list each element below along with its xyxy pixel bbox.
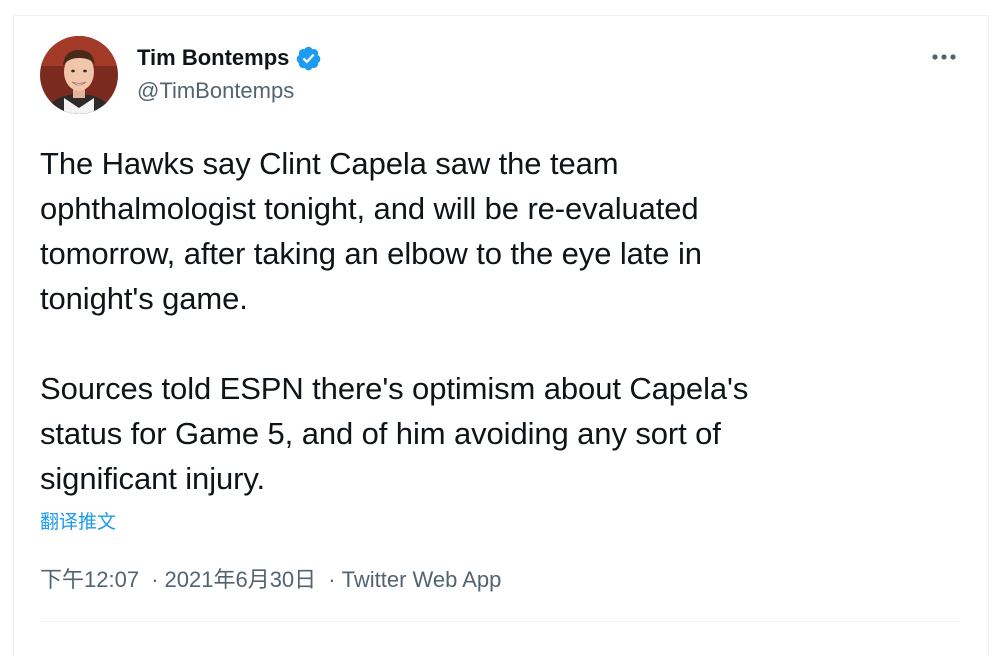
more-options-button[interactable] [925, 43, 963, 71]
tweet-date[interactable]: 2021年6月30日 [165, 567, 317, 592]
author-handle[interactable]: @TimBontemps [137, 77, 294, 105]
tweet-text: The Hawks say Clint Capela saw the team … [40, 141, 940, 501]
tweet-source[interactable]: Twitter Web App [342, 567, 502, 592]
author-display-name[interactable]: Tim Bontemps [137, 44, 289, 72]
tweet-paragraph: The Hawks say Clint Capela saw the team … [40, 146, 702, 316]
verified-badge-icon [295, 45, 322, 72]
meta-separator: · [328, 567, 336, 592]
tweet-paragraph: Sources told ESPN there's optimism about… [40, 371, 749, 496]
meta-separator: · [151, 567, 159, 592]
author-name-row[interactable]: Tim Bontemps [137, 44, 322, 72]
avatar[interactable] [40, 36, 118, 114]
tweet-meta: 下午12:07 · 2021年6月30日 · Twitter Web App [40, 565, 501, 595]
translate-tweet-link[interactable]: 翻译推文 [40, 510, 116, 536]
divider [40, 621, 960, 622]
tweet-time[interactable]: 下午12:07 [40, 567, 139, 592]
more-horizontal-icon [932, 54, 956, 60]
